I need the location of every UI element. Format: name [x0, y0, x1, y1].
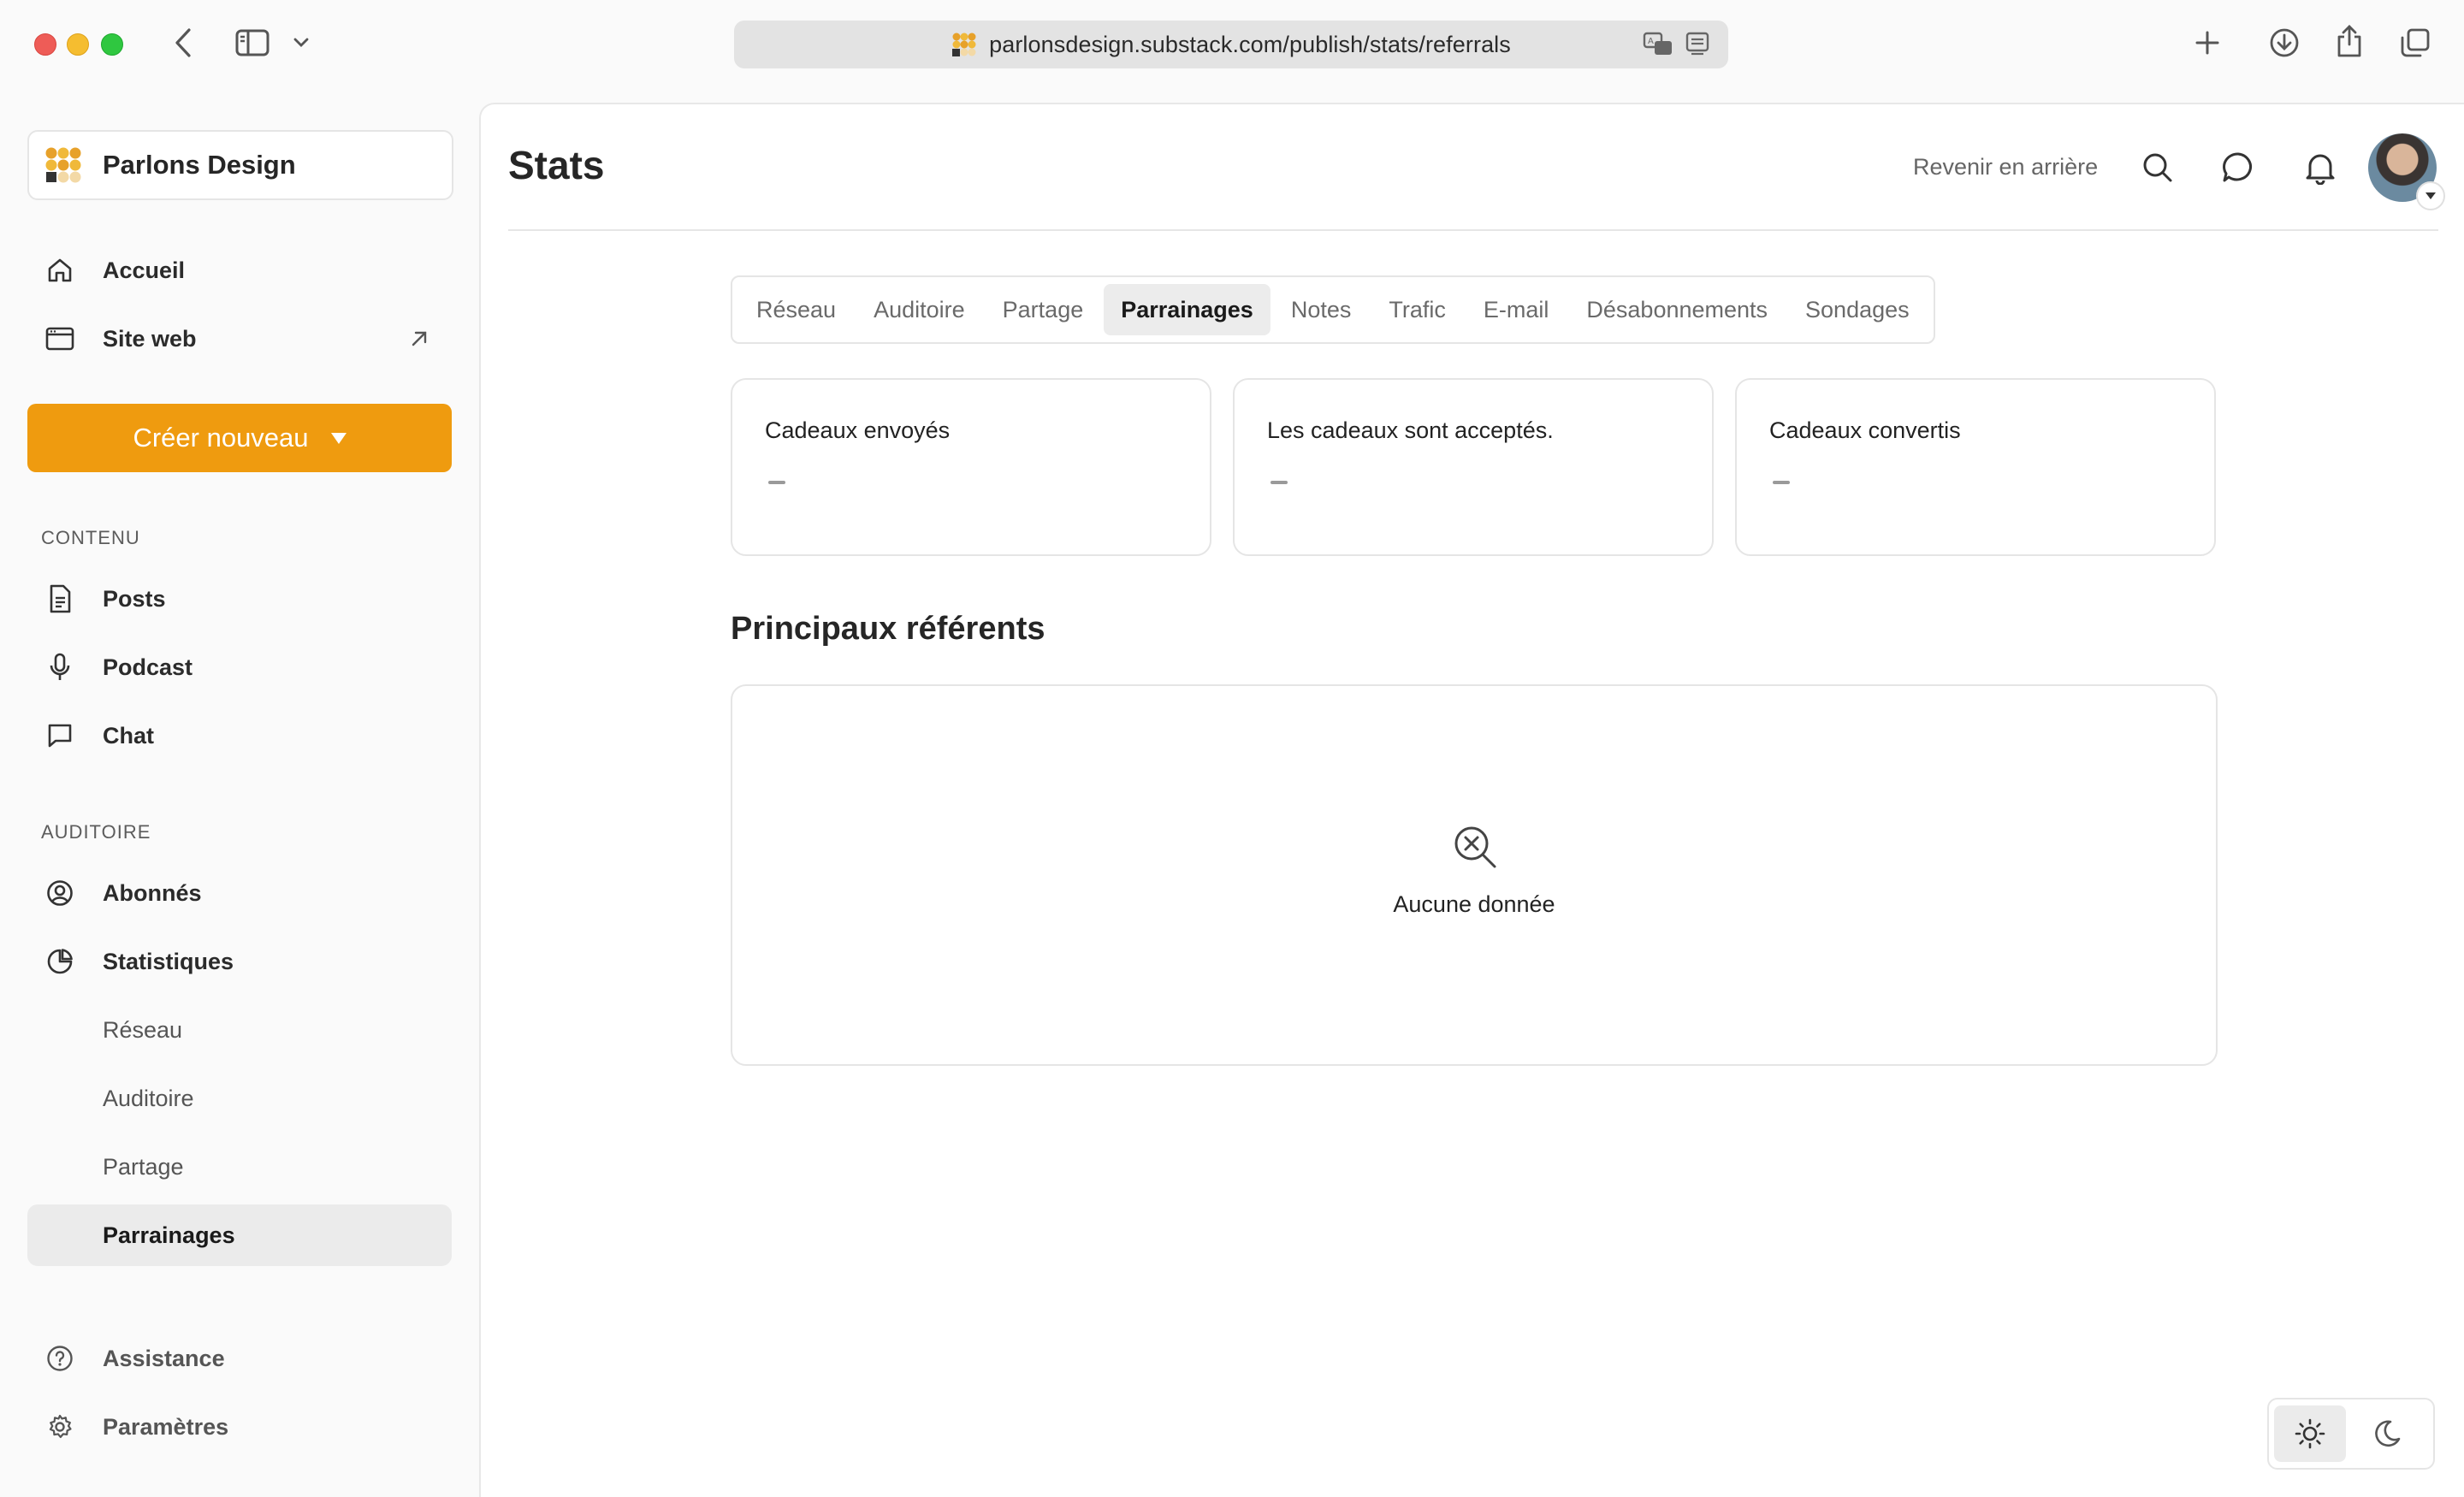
microphone-icon: [44, 652, 75, 683]
theme-toggle: [2267, 1398, 2435, 1470]
sidebar-item-label: Podcast: [103, 654, 193, 680]
chat-icon: [44, 720, 75, 751]
chat-bubble-icon[interactable]: [2219, 149, 2257, 186]
search-no-results-icon: [1454, 826, 1496, 868]
top-referrers-heading: Principaux référents: [731, 611, 1045, 647]
sidebar-item-label: Assistance: [103, 1345, 225, 1371]
section-label-audience: AUDITOIRE: [41, 821, 151, 843]
create-new-button[interactable]: Créer nouveau: [27, 404, 452, 472]
sidebar-toggle-icon[interactable]: [234, 27, 270, 58]
tab-network[interactable]: Réseau: [739, 284, 853, 335]
close-window-button[interactable]: [34, 33, 56, 56]
chevron-down-icon[interactable]: [291, 34, 311, 51]
site-favicon-icon: [952, 33, 976, 56]
create-new-label: Créer nouveau: [133, 423, 309, 453]
section-label-content: CONTENU: [41, 527, 140, 548]
user-circle-icon: [44, 878, 75, 908]
stat-card-gifts-converted: Cadeaux convertis –: [1735, 378, 2216, 556]
tab-email[interactable]: E-mail: [1466, 284, 1567, 335]
caret-down-icon: [330, 432, 346, 444]
bell-icon[interactable]: [2301, 149, 2339, 186]
sidebar-item-label: Site web: [103, 325, 197, 352]
tab-notes[interactable]: Notes: [1274, 284, 1369, 335]
publication-name: Parlons Design: [103, 150, 296, 180]
back-icon[interactable]: [169, 26, 197, 60]
sidebar-item-podcast[interactable]: Podcast: [27, 636, 452, 698]
empty-state-text: Aucune donnée: [1393, 891, 1555, 917]
website-icon: [44, 323, 75, 354]
stat-title: Cadeaux envoyés: [765, 417, 951, 443]
top-referrers-panel: Aucune donnée: [731, 684, 2218, 1066]
sidebar-item-label: Chat: [103, 722, 154, 748]
sun-icon: [2295, 1418, 2325, 1449]
share-icon[interactable]: [2332, 22, 2366, 60]
sidebar-item-label: Posts: [103, 585, 166, 612]
sidebar-subitem-label: Auditoire: [103, 1085, 194, 1111]
stat-value: –: [1773, 481, 1790, 484]
new-tab-icon[interactable]: [2190, 26, 2224, 60]
sidebar-subitem-network[interactable]: Réseau: [27, 999, 452, 1061]
publication-logo: [45, 147, 81, 183]
light-theme-button[interactable]: [2274, 1405, 2346, 1462]
header-divider: [508, 229, 2438, 231]
reader-icon[interactable]: [1685, 31, 1709, 62]
sidebar-item-statistics[interactable]: Statistiques: [27, 931, 452, 992]
avatar-menu-caret-icon[interactable]: [2416, 181, 2445, 210]
download-icon[interactable]: [2267, 26, 2301, 60]
sidebar-subitem-label: Réseau: [103, 1016, 183, 1043]
main-content: Stats Revenir en arrière Réseau Auditoir…: [479, 103, 2464, 1497]
sidebar-item-subscribers[interactable]: Abonnés: [27, 862, 452, 924]
search-icon[interactable]: [2139, 149, 2177, 186]
sidebar-subitem-sharing[interactable]: Partage: [27, 1136, 452, 1198]
sidebar-item-posts[interactable]: Posts: [27, 568, 452, 630]
sidebar-item-settings[interactable]: Paramètres: [27, 1396, 452, 1458]
address-bar[interactable]: parlonsdesign.substack.com/publish/stats…: [734, 21, 1728, 68]
tab-traffic[interactable]: Trafic: [1371, 284, 1463, 335]
document-icon: [44, 583, 75, 614]
sidebar-item-label: Accueil: [103, 257, 186, 283]
help-icon: [44, 1343, 75, 1374]
sidebar: Parlons Design Accueil Site web Créer no…: [0, 89, 479, 1497]
stat-card-gifts-accepted: Les cadeaux sont acceptés. –: [1233, 378, 1714, 556]
tabs-overview-icon[interactable]: [2397, 26, 2433, 60]
sidebar-subitem-referrals[interactable]: Parrainages: [27, 1204, 452, 1266]
sidebar-item-home[interactable]: Accueil: [27, 240, 452, 301]
minimize-window-button[interactable]: [67, 33, 89, 56]
sidebar-item-label: Abonnés: [103, 879, 202, 906]
moon-icon: [2375, 1420, 2401, 1447]
external-link-icon: [409, 328, 429, 353]
home-icon: [44, 255, 75, 286]
translate-icon[interactable]: A: [1643, 31, 1673, 62]
tab-unsubscribes[interactable]: Désabonnements: [1569, 284, 1785, 335]
sidebar-subitem-label: Partage: [103, 1153, 184, 1180]
stat-card-gifts-sent: Cadeaux envoyés –: [731, 378, 1211, 556]
browser-toolbar: parlonsdesign.substack.com/publish/stats…: [0, 0, 2464, 89]
sidebar-subitem-audience[interactable]: Auditoire: [27, 1068, 452, 1129]
sidebar-subitem-label: Parrainages: [103, 1222, 235, 1248]
stat-title: Cadeaux convertis: [1769, 417, 1961, 443]
sidebar-item-help[interactable]: Assistance: [27, 1328, 452, 1389]
page-title: Stats: [508, 143, 605, 187]
sidebar-item-label: Paramètres: [103, 1413, 229, 1440]
gear-icon: [44, 1411, 75, 1442]
stat-value: –: [768, 481, 785, 484]
dark-theme-button[interactable]: [2351, 1405, 2423, 1462]
svg-text:A: A: [1648, 37, 1654, 46]
url-text: parlonsdesign.substack.com/publish/stats…: [989, 31, 1511, 57]
stats-tabs: Réseau Auditoire Partage Parrainages Not…: [731, 275, 1935, 344]
tab-surveys[interactable]: Sondages: [1788, 284, 1927, 335]
tab-referrals[interactable]: Parrainages: [1104, 284, 1270, 335]
sidebar-item-label: Statistiques: [103, 948, 234, 974]
zoom-window-button[interactable]: [101, 33, 123, 56]
stat-title: Les cadeaux sont acceptés.: [1267, 417, 1554, 443]
sidebar-item-chat[interactable]: Chat: [27, 705, 452, 766]
pie-chart-icon: [44, 946, 75, 977]
app-window: parlonsdesign.substack.com/publish/stats…: [0, 0, 2464, 1497]
publication-switcher[interactable]: Parlons Design: [27, 130, 453, 200]
stat-value: –: [1270, 481, 1288, 484]
sidebar-item-website[interactable]: Site web: [27, 308, 452, 370]
tab-sharing[interactable]: Partage: [986, 284, 1101, 335]
tab-audience[interactable]: Auditoire: [856, 284, 982, 335]
back-link[interactable]: Revenir en arrière: [1913, 154, 2098, 180]
